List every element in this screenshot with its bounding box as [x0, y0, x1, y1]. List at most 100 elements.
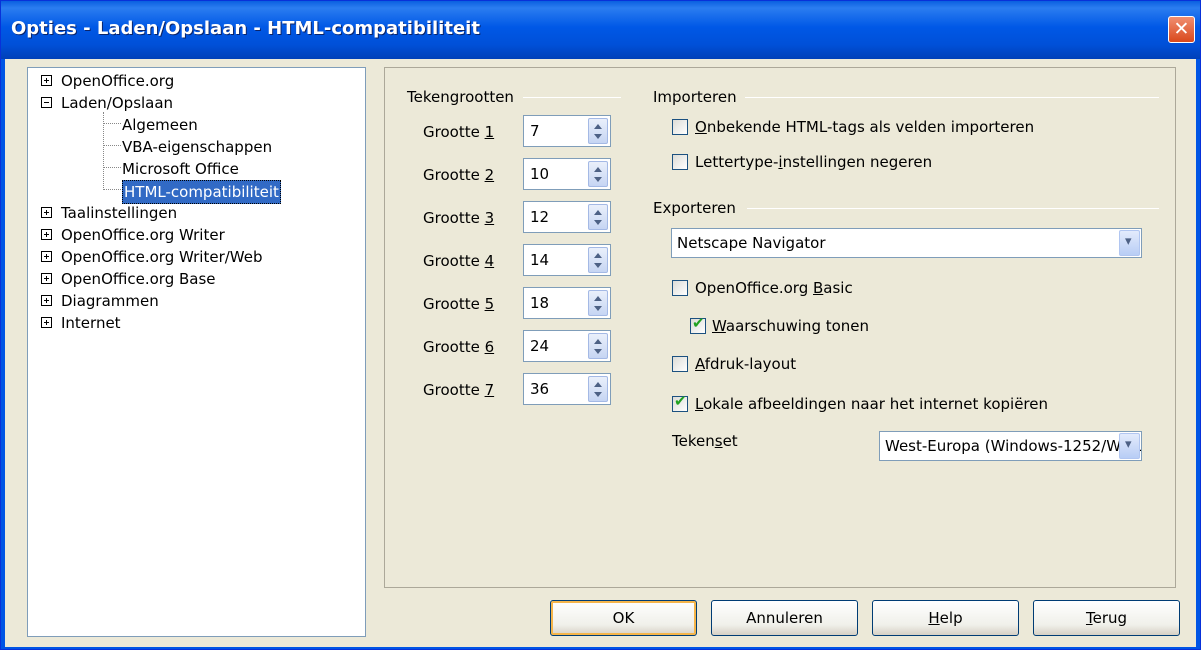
- tree-item-label: OpenOffice.org: [61, 72, 175, 90]
- ignore-font-checkbox[interactable]: [672, 154, 688, 170]
- group-divider: [745, 97, 1159, 98]
- size-5-spinbox[interactable]: 18: [523, 287, 611, 319]
- ignore-font-label[interactable]: Lettertype-instellingen negeren: [695, 153, 932, 171]
- tree-item-label-selected: HTML-compatibiliteit: [122, 180, 281, 204]
- tree-item-label: Laden/Opslaan: [61, 94, 174, 112]
- expand-plus-icon[interactable]: [41, 75, 52, 86]
- options-tree[interactable]: OpenOffice.org Laden/Opslaan Algemeen VB…: [27, 67, 366, 637]
- local-images-checkbox[interactable]: ✔: [672, 392, 688, 412]
- window-title: Opties - Laden/Opslaan - HTML-compatibil…: [11, 18, 480, 39]
- spin-up-icon[interactable]: [594, 124, 602, 129]
- size-4-value: 14: [530, 251, 550, 269]
- size-7-spinbox[interactable]: 36: [523, 373, 611, 405]
- cancel-button[interactable]: Annuleren: [711, 600, 858, 636]
- size-4-spinbox[interactable]: 14: [523, 244, 611, 276]
- print-layout-label[interactable]: Afdruk-layout: [695, 355, 796, 373]
- warning-checkbox[interactable]: ✔: [690, 314, 706, 334]
- spin-down-icon[interactable]: [594, 134, 602, 139]
- expand-plus-icon[interactable]: [41, 229, 52, 240]
- spin-buttons[interactable]: [588, 204, 608, 230]
- group-divider: [747, 208, 1159, 209]
- spin-up-icon[interactable]: [594, 382, 602, 387]
- spin-buttons[interactable]: [588, 161, 608, 187]
- tree-item-label: Internet: [61, 314, 121, 332]
- charset-select[interactable]: West-Europa (Windows-1252/WinLatin 1) ▾: [879, 431, 1142, 461]
- dropdown-button[interactable]: ▾: [1119, 230, 1140, 256]
- tree-connector: [103, 123, 121, 124]
- tree-item-label: VBA-eigenschappen: [122, 138, 273, 156]
- spin-up-icon[interactable]: [594, 210, 602, 215]
- window-border-bottom: [1, 647, 1200, 649]
- size-label-6: Grootte 6: [423, 338, 495, 356]
- export-group-label: Exporteren: [653, 199, 736, 217]
- collapse-minus-icon[interactable]: [41, 97, 52, 108]
- print-layout-checkbox[interactable]: [672, 356, 688, 372]
- charset-select-value: West-Europa (Windows-1252/WinLatin 1): [885, 437, 1141, 455]
- chevron-down-icon: ▾: [1125, 437, 1132, 452]
- spin-down-icon[interactable]: [594, 392, 602, 397]
- group-divider: [523, 97, 621, 98]
- spin-up-icon[interactable]: [594, 167, 602, 172]
- dropdown-button[interactable]: ▾: [1119, 433, 1140, 459]
- warning-label[interactable]: Waarschuwing tonen: [712, 317, 869, 335]
- size-7-value: 36: [530, 380, 550, 398]
- expand-plus-icon[interactable]: [41, 295, 52, 306]
- tree-item-label: OpenOffice.org Base: [61, 270, 216, 288]
- spin-down-icon[interactable]: [594, 306, 602, 311]
- spin-down-icon[interactable]: [594, 349, 602, 354]
- spin-up-icon[interactable]: [594, 296, 602, 301]
- size-2-spinbox[interactable]: 10: [523, 158, 611, 190]
- tree-item-label: Diagrammen: [61, 292, 159, 310]
- title-bar[interactable]: Opties - Laden/Opslaan - HTML-compatibil…: [1, 1, 1200, 59]
- settings-panel: Tekengrootten Grootte 1 7 Grootte 2 10 G…: [384, 67, 1176, 588]
- expand-plus-icon[interactable]: [41, 207, 52, 218]
- spin-up-icon[interactable]: [594, 339, 602, 344]
- size-label-2: Grootte 2: [423, 166, 495, 184]
- expand-plus-icon[interactable]: [41, 317, 52, 328]
- size-label-5: Grootte 5: [423, 295, 495, 313]
- spin-buttons[interactable]: [588, 118, 608, 144]
- spin-up-icon[interactable]: [594, 253, 602, 258]
- spin-buttons[interactable]: [588, 376, 608, 402]
- size-3-spinbox[interactable]: 12: [523, 201, 611, 233]
- expand-plus-icon[interactable]: [41, 273, 52, 284]
- help-button[interactable]: Help: [872, 600, 1019, 636]
- size-5-value: 18: [530, 294, 550, 312]
- unknown-tags-label[interactable]: Onbekende HTML-tags als velden importere…: [695, 118, 1034, 136]
- size-6-value: 24: [530, 337, 550, 355]
- tree-connector: [103, 189, 121, 190]
- ok-button[interactable]: OK: [550, 600, 697, 636]
- browser-select[interactable]: Netscape Navigator ▾: [671, 228, 1142, 258]
- spin-buttons[interactable]: [588, 247, 608, 273]
- size-3-value: 12: [530, 208, 550, 226]
- charset-label: Tekenset: [672, 432, 738, 450]
- basic-checkbox[interactable]: [672, 280, 688, 296]
- size-label-1: Grootte 1: [423, 123, 495, 141]
- spin-buttons[interactable]: [588, 333, 608, 359]
- import-group-label: Importeren: [653, 88, 737, 106]
- spin-down-icon[interactable]: [594, 263, 602, 268]
- size-label-3: Grootte 3: [423, 209, 495, 227]
- chevron-down-icon: ▾: [1125, 234, 1132, 249]
- basic-label[interactable]: OpenOffice.org Basic: [695, 279, 853, 297]
- size-label-7: Grootte 7: [423, 381, 495, 399]
- tree-item-label: Taalinstellingen: [61, 204, 178, 222]
- spin-buttons[interactable]: [588, 290, 608, 316]
- tree-item-label: Microsoft Office: [122, 160, 239, 178]
- size-6-spinbox[interactable]: 24: [523, 330, 611, 362]
- checkmark-icon: ✔: [692, 314, 705, 332]
- window-border-right: [1196, 59, 1200, 649]
- spin-down-icon[interactable]: [594, 220, 602, 225]
- window-border-left: [1, 59, 5, 649]
- close-button[interactable]: ✕: [1168, 16, 1195, 43]
- size-1-value: 7: [530, 122, 540, 140]
- tree-connector: [103, 145, 121, 146]
- expand-plus-icon[interactable]: [41, 251, 52, 262]
- local-images-label[interactable]: Lokale afbeeldingen naar het internet ko…: [695, 395, 1048, 413]
- spin-down-icon[interactable]: [594, 177, 602, 182]
- unknown-tags-checkbox[interactable]: [672, 119, 688, 135]
- back-button[interactable]: Terug: [1033, 600, 1180, 636]
- tree-item-label: OpenOffice.org Writer/Web: [61, 248, 263, 266]
- size-1-spinbox[interactable]: 7: [523, 115, 611, 147]
- tree-item-label: Algemeen: [122, 116, 198, 134]
